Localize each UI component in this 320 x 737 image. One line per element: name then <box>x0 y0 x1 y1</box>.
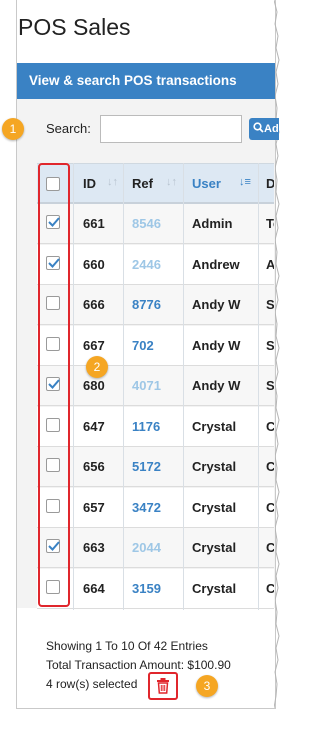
cell-ref-link[interactable]: 702 <box>132 338 154 353</box>
callout-3: 3 <box>196 675 218 697</box>
cell-description: Cr <box>266 418 274 434</box>
callout-2: 2 <box>86 356 108 378</box>
cell-id: 663 <box>83 540 105 555</box>
cell-ref-link[interactable]: 4071 <box>132 378 161 393</box>
search-label: Search: <box>46 121 91 136</box>
cell-ref-link[interactable]: 8546 <box>132 216 161 231</box>
cell-ref-link[interactable]: 3159 <box>132 581 161 596</box>
sort-icon[interactable]: ↓↑ <box>166 176 177 188</box>
search-icon <box>253 122 264 133</box>
column-header-user[interactable]: User <box>192 176 221 191</box>
cell-description: An <box>266 256 274 272</box>
cell-id: 667 <box>83 337 105 353</box>
cell-user: Andy W <box>192 297 241 312</box>
checkbox-column-highlight <box>38 163 70 607</box>
cell-ref-link[interactable]: 2044 <box>132 540 161 555</box>
cell-ref-link[interactable]: 1176 <box>132 419 160 434</box>
cell-description: Cr <box>266 540 274 555</box>
cell-description: So <box>266 378 274 393</box>
trash-icon <box>157 678 169 694</box>
cell-user: Andy W <box>192 378 241 393</box>
rows-selected: 4 row(s) selected <box>46 677 138 691</box>
total-amount: Total Transaction Amount: $100.90 <box>46 658 231 672</box>
column-header-description[interactable]: De <box>266 176 274 191</box>
cell-id: 647 <box>83 418 105 434</box>
cell-user: Crystal <box>192 580 237 596</box>
panel-header: View & search POS transactions <box>17 63 275 99</box>
cell-id: 656 <box>83 459 105 474</box>
sort-desc-icon[interactable]: ↓≡ <box>239 176 251 188</box>
add-button[interactable]: Ad <box>249 118 279 140</box>
entries-info: Showing 1 To 10 Of 42 Entries <box>46 639 208 653</box>
cell-id: 660 <box>83 256 105 272</box>
cell-user: Crystal <box>192 499 237 515</box>
callout-1: 1 <box>2 118 24 140</box>
torn-edge <box>274 0 280 708</box>
cell-ref-link[interactable]: 8776 <box>132 297 161 312</box>
cell-description: Cr <box>266 580 274 596</box>
sort-icon[interactable]: ↓↑ <box>107 176 118 188</box>
cell-id: 657 <box>83 499 105 515</box>
cell-ref-link[interactable]: 2446 <box>132 257 161 272</box>
cell-user: Crystal <box>192 418 237 434</box>
cell-id: 680 <box>83 378 105 393</box>
delete-button[interactable] <box>148 672 178 700</box>
cell-id: 664 <box>83 580 105 596</box>
cell-user: Crystal <box>192 540 237 555</box>
column-header-id[interactable]: ID <box>83 176 96 191</box>
cell-user: Andrew <box>192 256 240 272</box>
search-input[interactable] <box>100 115 242 143</box>
cell-ref-link[interactable]: 5172 <box>132 459 161 474</box>
cell-description: Cr <box>266 499 274 515</box>
cell-ref-link[interactable]: 3472 <box>132 500 161 515</box>
cell-description: So <box>266 337 274 353</box>
cell-user: Admin <box>192 216 233 231</box>
cell-id: 666 <box>83 297 105 312</box>
cell-description: Tec <box>266 216 274 231</box>
cell-user: Andy W <box>192 337 241 353</box>
cell-description: Cr <box>266 459 274 474</box>
page-title: POS Sales <box>18 14 131 40</box>
cell-id: 661 <box>83 216 105 231</box>
column-header-ref[interactable]: Ref <box>132 176 153 191</box>
cell-description: So <box>266 297 274 312</box>
add-button-label: Ad <box>264 123 279 135</box>
cell-user: Crystal <box>192 459 237 474</box>
